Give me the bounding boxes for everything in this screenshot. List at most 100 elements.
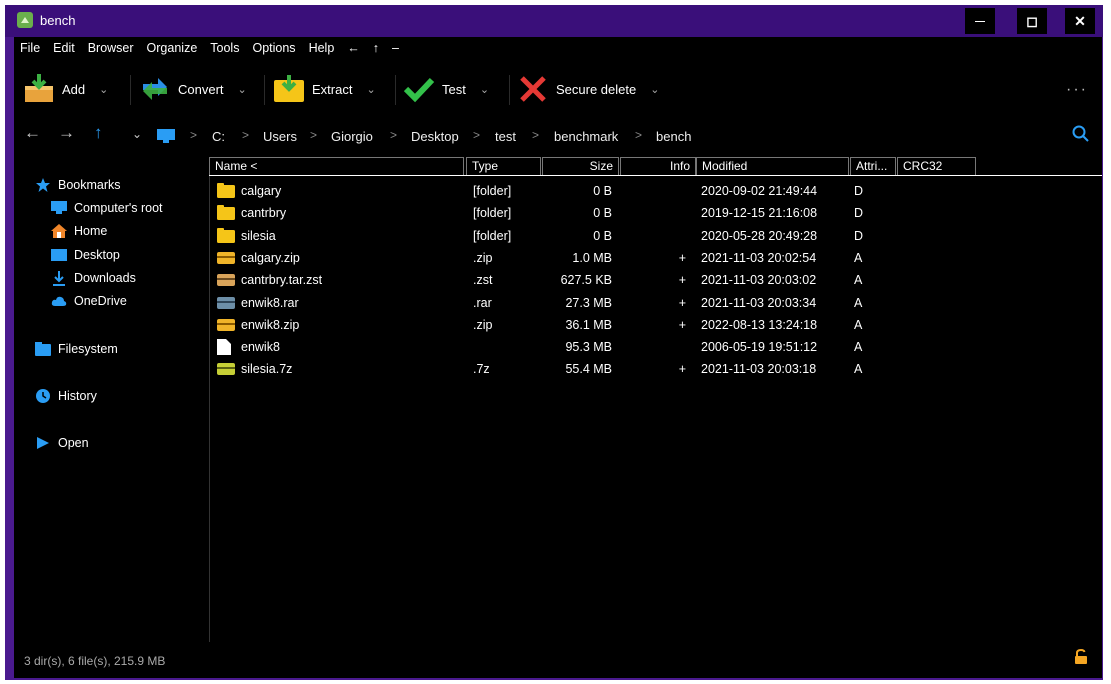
breadcrumb-users[interactable]: Users [263, 129, 297, 144]
folder-icon [34, 341, 52, 357]
file-modified: 2021-11-03 20:03:18 [701, 362, 817, 377]
convert-button[interactable]: Convert ⌄ [138, 67, 247, 111]
extract-button[interactable]: Extract ⌄ [272, 67, 376, 111]
menu-options[interactable]: Options [246, 41, 302, 55]
column-header-name[interactable]: Name < [209, 157, 464, 175]
minimize-button[interactable]: — [965, 8, 995, 34]
toolbar-divider [395, 75, 396, 105]
sidebar-item-home[interactable]: Home [50, 223, 107, 239]
table-row[interactable]: silesia.7z .7z 55.4 MB +2021-11-03 20:03:18… [209, 358, 1102, 380]
sidebar-history-label: History [58, 389, 97, 403]
close-button[interactable]: ✕ [1065, 8, 1095, 34]
menu-tools[interactable]: Tools [204, 41, 246, 55]
file-modified: 2020-09-02 21:49:44 [701, 184, 818, 198]
sidebar-open[interactable]: Open [34, 435, 89, 451]
table-row[interactable]: calgary.zip .zip 1.0 MB +2021-11-03 20:02:5… [209, 247, 1102, 269]
file-size: 55.4 MB [565, 362, 612, 377]
column-header-size[interactable]: Size [542, 157, 619, 175]
up-arrow-icon[interactable]: ↑ [94, 123, 103, 143]
close-icon: ✕ [1074, 12, 1086, 29]
column-header-attributes[interactable]: Attri... [850, 157, 896, 175]
menu-back-icon[interactable]: ← [341, 41, 367, 55]
add-button[interactable]: Add ⌄ [22, 67, 108, 111]
back-arrow-icon[interactable]: ← [24, 123, 41, 143]
sidebar-filesystem[interactable]: Filesystem [34, 341, 118, 357]
forward-arrow-icon[interactable]: → [58, 123, 75, 143]
table-row[interactable]: cantrbry [folder] 0 B 2019-12-15 21:16:08 D [209, 202, 1102, 224]
menu-file[interactable]: File [14, 41, 47, 55]
table-row[interactable]: calgary [folder] 0 B 2020-09-02 21:49:44 D [209, 180, 1102, 202]
add-archive-icon [22, 72, 56, 106]
test-label: Test [442, 81, 466, 97]
column-header-type[interactable]: Type [466, 157, 541, 175]
file-size: 0 B [593, 206, 612, 221]
file-attributes: A [854, 317, 863, 332]
sidebar-item-label: OneDrive [74, 294, 127, 308]
file-name: cantrbry [241, 206, 287, 221]
breadcrumb-drive[interactable]: C: [212, 129, 225, 144]
breadcrumb-benchmark[interactable]: benchmark [554, 129, 618, 144]
test-chevron-icon[interactable]: ⌄ [480, 83, 489, 96]
file-info: + [678, 250, 686, 265]
test-button[interactable]: Test ⌄ [402, 67, 489, 111]
menu-organize[interactable]: Organize [141, 41, 205, 55]
menu-browser[interactable]: Browser [82, 41, 141, 55]
breadcrumb-bench[interactable]: bench [656, 129, 691, 144]
search-icon[interactable] [1072, 125, 1090, 146]
file-size: 36.1 MB [565, 317, 612, 332]
table-row[interactable]: silesia [folder] 0 B 2020-05-28 20:49:28 D [209, 225, 1102, 247]
table-row[interactable]: enwik8 95.3 MB 2006-05-19 19:51:12 A [209, 336, 1102, 358]
header-divider [209, 175, 1102, 176]
computer-icon[interactable] [157, 129, 175, 143]
convert-chevron-icon[interactable]: ⌄ [238, 83, 247, 96]
column-header-crc32[interactable]: CRC32 [897, 157, 976, 175]
sidebar-item-desktop[interactable]: Desktop [50, 247, 120, 263]
home-icon [50, 223, 68, 239]
file-modified: 2021-11-03 20:03:34 [701, 295, 817, 310]
file-icon [217, 339, 234, 356]
toolbar: Add ⌄ Convert ⌄ Extract ⌄ Test ⌄ Secure … [14, 67, 1102, 111]
sidebar-history[interactable]: History [34, 388, 97, 404]
address-bar: ← → ↑ ⌄ > C: > Users > Giorgio > Desktop… [14, 123, 1102, 151]
sidebar-item-downloads[interactable]: Downloads [50, 270, 136, 286]
sidebar-bookmarks[interactable]: Bookmarks [34, 177, 121, 193]
lock-icon[interactable] [1074, 648, 1088, 668]
file-name: cantrbry.tar.zst [241, 273, 323, 288]
menu-help[interactable]: Help [303, 41, 342, 55]
location-dropdown-icon[interactable]: ⌄ [132, 127, 142, 141]
sidebar-item-computers-root[interactable]: Computer's root [50, 200, 163, 216]
file-modified: 2020-05-28 20:49:28 [701, 228, 818, 243]
breadcrumb-test[interactable]: test [495, 129, 516, 144]
file-attributes: A [854, 362, 863, 377]
table-row[interactable]: enwik8.rar .rar 27.3 MB +2021-11-03 20:03:3… [209, 292, 1102, 314]
file-modified: 2021-11-03 20:02:54 [701, 250, 817, 265]
file-name: silesia.7z [241, 362, 293, 377]
file-name: silesia [241, 228, 276, 243]
toolbar-divider [130, 75, 131, 105]
file-attributes: A [854, 273, 863, 288]
minimize-icon: — [975, 15, 985, 27]
main-content: File Edit Browser Organize Tools Options… [14, 37, 1102, 678]
menu-edit[interactable]: Edit [47, 41, 82, 55]
maximize-button[interactable]: ◻ [1017, 8, 1047, 34]
breadcrumb-desktop[interactable]: Desktop [411, 129, 459, 144]
column-header-info[interactable]: Info [620, 157, 696, 175]
sidebar-open-label: Open [58, 436, 89, 450]
file-info: + [678, 362, 686, 377]
breadcrumb-separator: > [473, 128, 481, 142]
table-row[interactable]: cantrbry.tar.zst .zst 627.5 KB +2021-11-03 … [209, 269, 1102, 291]
secure-delete-button[interactable]: Secure delete ⌄ [516, 67, 659, 111]
title-bar[interactable]: bench — ◻ ✕ [5, 5, 1103, 37]
extract-chevron-icon[interactable]: ⌄ [366, 83, 375, 96]
menu-up-icon[interactable]: ↑ [367, 41, 386, 55]
sidebar-item-onedrive[interactable]: OneDrive [50, 293, 127, 309]
more-options-icon[interactable]: ··· [1066, 81, 1088, 99]
column-header-modified[interactable]: Modified [696, 157, 849, 175]
secure-delete-chevron-icon[interactable]: ⌄ [650, 83, 659, 96]
menu-dash-icon[interactable]: – [386, 41, 406, 55]
add-chevron-icon[interactable]: ⌄ [99, 83, 108, 96]
convert-icon [138, 72, 172, 106]
breadcrumb-giorgio[interactable]: Giorgio [331, 129, 373, 144]
file-type: .zip [473, 317, 493, 332]
table-row[interactable]: enwik8.zip .zip 36.1 MB +2022-08-13 13:24:1… [209, 314, 1102, 336]
